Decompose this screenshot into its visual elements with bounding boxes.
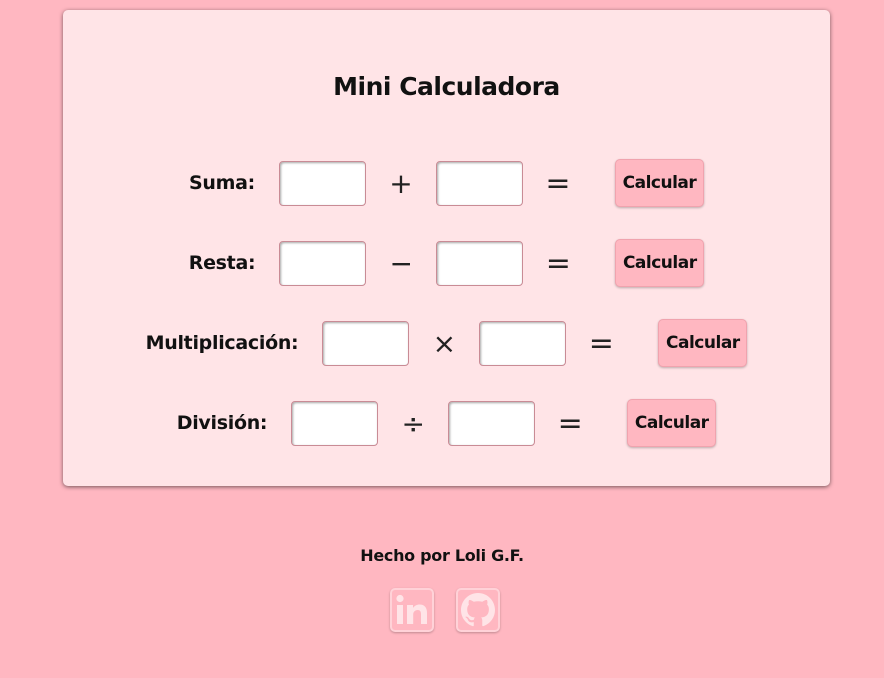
page-title: Mini Calculadora — [333, 72, 560, 101]
github-link[interactable] — [456, 588, 500, 632]
github-icon — [461, 593, 495, 627]
multiplication-equals: = — [588, 325, 614, 361]
calculator-card: Mini Calculadora Suma: + = Calcular Rest… — [63, 10, 830, 486]
multiplication-input-a[interactable] — [322, 320, 410, 366]
division-row: División: ÷ = Calcular — [63, 399, 830, 447]
times-symbol: × — [432, 326, 457, 360]
linkedin-icon — [396, 594, 427, 624]
subtraction-equals: = — [545, 245, 571, 281]
division-input-b[interactable] — [448, 400, 536, 446]
subtraction-input-a[interactable] — [279, 240, 367, 286]
sum-calculate-button[interactable]: Calcular — [614, 159, 704, 207]
plus-symbol: + — [389, 166, 413, 200]
division-equals: = — [557, 405, 583, 441]
subtraction-calculate-button[interactable]: Calcular — [615, 239, 705, 287]
sum-input-a[interactable] — [278, 160, 366, 206]
subtraction-label: Resta: — [188, 252, 256, 274]
sum-input-b[interactable] — [435, 160, 523, 206]
multiplication-input-b[interactable] — [479, 320, 567, 366]
linkedin-link[interactable] — [390, 588, 434, 632]
sum-equals: = — [545, 165, 571, 201]
footer-credit: Hecho por Loli G.F. — [360, 546, 524, 565]
subtraction-input-b[interactable] — [436, 240, 524, 286]
multiplication-row: Multiplicación: × = Calcular — [63, 319, 830, 367]
sum-row: Suma: + = Calcular — [63, 159, 830, 207]
divide-symbol: ÷ — [401, 406, 425, 440]
division-label: División: — [176, 412, 268, 434]
minus-symbol: − — [389, 246, 413, 280]
division-input-a[interactable] — [291, 400, 379, 446]
multiplication-label: Multiplicación: — [145, 332, 299, 354]
sum-label: Suma: — [189, 172, 255, 194]
division-calculate-button[interactable]: Calcular — [627, 399, 717, 447]
multiplication-calculate-button[interactable]: Calcular — [658, 319, 748, 367]
subtraction-row: Resta: − = Calcular — [63, 239, 830, 287]
social-links — [390, 588, 500, 632]
